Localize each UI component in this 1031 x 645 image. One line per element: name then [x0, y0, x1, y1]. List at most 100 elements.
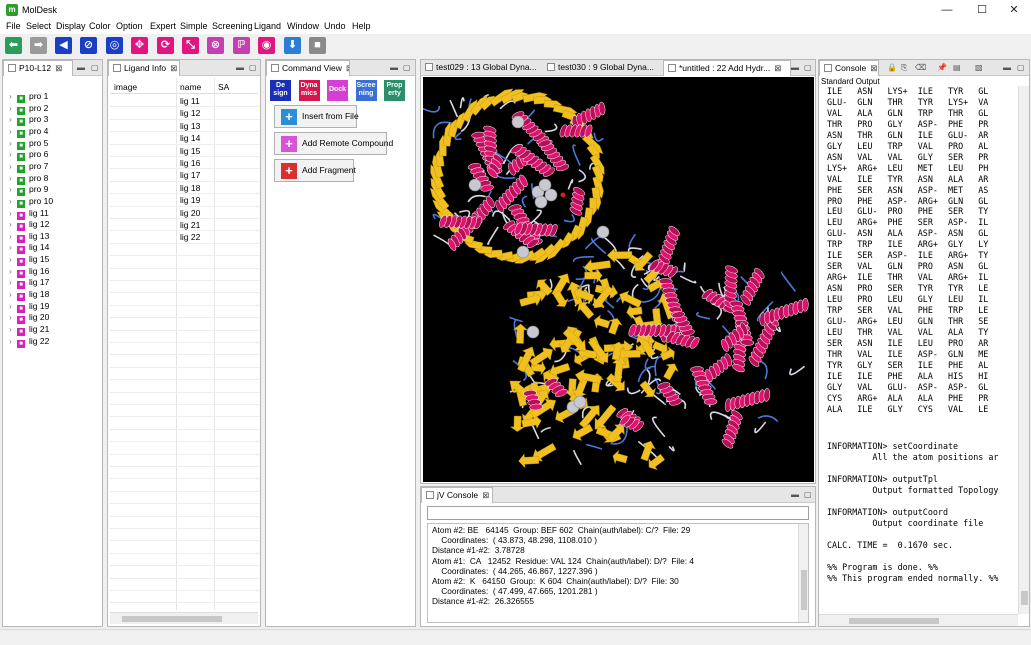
scrollbar-thumb[interactable] — [801, 570, 807, 610]
table-row[interactable] — [110, 529, 260, 542]
tree-item[interactable]: › ■ pro 9 — [9, 184, 48, 197]
table-row[interactable] — [110, 467, 260, 480]
expand-chevron-icon[interactable]: › — [9, 173, 17, 184]
table-row[interactable] — [110, 269, 260, 281]
table-row[interactable] — [110, 256, 260, 269]
dock-mode-icon[interactable]: Dock — [327, 80, 348, 101]
expand-chevron-icon[interactable]: › — [9, 149, 17, 160]
tree-item[interactable]: › ■ pro 4 — [9, 126, 48, 138]
menu-display[interactable]: Display — [56, 21, 86, 31]
tree-item[interactable]: › ■ lig 22 — [9, 336, 49, 348]
tree-item[interactable]: › ■ lig 14 — [9, 242, 49, 255]
tree-item[interactable]: › ■ pro 2 — [9, 103, 48, 115]
expand-chevron-icon[interactable]: › — [9, 254, 17, 265]
shrink-button[interactable]: ⤡ — [182, 37, 199, 54]
table-row[interactable] — [110, 393, 260, 405]
expand-chevron-icon[interactable]: › — [9, 289, 17, 300]
table-row[interactable] — [110, 368, 260, 381]
expand-chevron-icon[interactable]: › — [9, 301, 17, 312]
menu-window[interactable]: Window — [287, 21, 319, 31]
console-display-icon[interactable]: ▤ — [953, 63, 961, 72]
table-row[interactable]: lig 18 — [110, 182, 260, 195]
table-row[interactable] — [110, 455, 260, 467]
stop-button[interactable]: ■ — [309, 37, 326, 54]
menu-simple[interactable]: Simple — [180, 21, 208, 31]
scrollbar-thumb[interactable] — [849, 618, 939, 624]
close-tab-icon[interactable]: ⊠ — [870, 63, 877, 73]
table-row[interactable] — [110, 430, 260, 443]
tab-viewer-untitled[interactable]: *untitled : 22 Add Hydr... ⊠ — [663, 60, 791, 76]
maximize-button[interactable]: ☐ — [965, 0, 999, 20]
table-row[interactable] — [110, 244, 260, 257]
table-row[interactable]: lig 17 — [110, 169, 260, 182]
tree-item[interactable]: › ■ lig 12 — [9, 219, 49, 232]
expand-chevron-icon[interactable]: › — [9, 208, 17, 219]
table-row[interactable] — [110, 318, 260, 331]
table-row[interactable] — [110, 492, 260, 505]
menu-file[interactable]: File — [6, 21, 21, 31]
minimize-button[interactable]: — — [930, 0, 964, 20]
expand-chevron-icon[interactable]: › — [9, 103, 17, 114]
table-row[interactable]: lig 19 — [110, 194, 260, 207]
minimize-panel-icon[interactable]: ▬ — [791, 63, 799, 72]
jv-vertical-scrollbar[interactable] — [798, 524, 808, 622]
jv-command-input[interactable] — [427, 506, 809, 520]
tree-item[interactable]: › ■ lig 18 — [9, 289, 49, 302]
expand-chevron-icon[interactable]: › — [9, 126, 17, 137]
no-entry-button[interactable]: ⊘ — [80, 37, 97, 54]
tab-console[interactable]: Console ⊠ — [819, 60, 879, 76]
expand-chevron-icon[interactable]: › — [9, 231, 17, 242]
menu-help[interactable]: Help — [352, 21, 371, 31]
table-row[interactable] — [110, 281, 260, 294]
tree-item[interactable]: › ■ pro 5 — [9, 138, 48, 150]
table-row[interactable] — [110, 517, 260, 529]
console-clear-icon[interactable]: ⌫ — [915, 63, 926, 72]
table-row[interactable] — [110, 504, 260, 517]
tree-item[interactable]: › ■ pro 3 — [9, 114, 48, 127]
design-mode-icon[interactable]: De sign — [270, 80, 291, 101]
menu-ligand[interactable]: Ligand — [254, 21, 281, 31]
menu-color[interactable]: Color — [89, 21, 111, 31]
add-fragment-button[interactable]: + Add Fragment — [274, 159, 356, 182]
expand-chevron-icon[interactable]: › — [9, 277, 17, 288]
close-tab-icon[interactable]: ⊠ — [774, 63, 781, 73]
expand-chevron-icon[interactable]: › — [9, 266, 17, 277]
minimize-panel-icon[interactable]: ▬ — [1003, 63, 1011, 72]
close-window-button[interactable]: ✕ — [997, 0, 1031, 20]
console-output[interactable]: ILE ASN LYS+ ILE TYR GL GLU- GLN THR TYR … — [819, 86, 1019, 614]
tree-item[interactable]: › ■ pro 6 — [9, 149, 48, 162]
table-row[interactable] — [110, 566, 260, 579]
tree-item[interactable]: › ■ lig 20 — [9, 312, 49, 325]
tree-item[interactable]: › ■ lig 19 — [9, 301, 49, 313]
maximize-panel-icon[interactable]: ▢ — [804, 490, 812, 499]
jv-output-area[interactable]: Atom #2: BE 64145 Group: BEF 602 Chain(a… — [427, 523, 809, 623]
table-row[interactable]: lig 15 — [110, 145, 260, 157]
expand-chevron-icon[interactable]: › — [9, 91, 17, 102]
maximize-panel-icon[interactable]: ▢ — [403, 63, 411, 72]
scrollbar-thumb[interactable] — [122, 616, 222, 622]
eye-button[interactable]: ◉ — [258, 37, 275, 54]
table-row[interactable] — [110, 591, 260, 604]
table-row[interactable] — [110, 405, 260, 418]
menu-undo[interactable]: Undo — [324, 21, 346, 31]
console-pin-icon[interactable]: 📌 — [937, 63, 947, 72]
table-row[interactable] — [110, 306, 260, 319]
table-row[interactable] — [110, 579, 260, 591]
screening-mode-icon[interactable]: Scree ning — [355, 80, 377, 101]
menu-expert[interactable]: Expert — [150, 21, 176, 31]
table-row[interactable]: lig 12 — [110, 107, 260, 120]
maximize-panel-icon[interactable]: ▢ — [249, 63, 257, 72]
tab-viewer-test030[interactable]: test030 : 9 Global Dyna... — [543, 60, 661, 76]
console-new-icon[interactable]: ▧ — [975, 63, 983, 72]
menu-screening[interactable]: Screening — [212, 21, 253, 31]
refresh-button[interactable]: ⟳ — [157, 37, 174, 54]
minimize-panel-icon[interactable]: ▬ — [390, 63, 398, 72]
expand-chevron-icon[interactable]: › — [9, 184, 17, 195]
menu-select[interactable]: Select — [26, 21, 51, 31]
tab-jv-console[interactable]: jV Console ⊠ — [421, 487, 493, 503]
target-button[interactable]: ◎ — [106, 37, 123, 54]
table-row[interactable]: lig 14 — [110, 132, 260, 145]
table-row[interactable] — [110, 479, 260, 492]
expand-chevron-icon[interactable]: › — [9, 114, 17, 125]
console-vertical-scrollbar[interactable] — [1018, 86, 1029, 614]
